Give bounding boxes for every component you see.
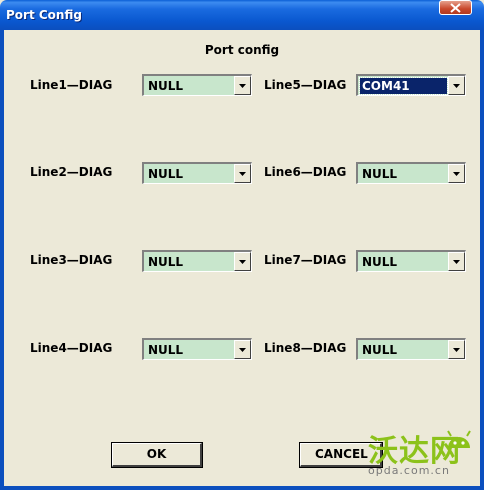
chevron-down-icon — [453, 172, 460, 176]
line4-label: Line4—DIAG — [30, 341, 113, 355]
line5-dropdown-button[interactable] — [448, 76, 465, 95]
line7-label: Line7—DIAG — [264, 253, 347, 267]
line4-dropdown-button[interactable] — [234, 340, 251, 359]
window-frame-right — [480, 30, 484, 490]
chevron-down-icon — [239, 84, 246, 88]
window-title: Port Config — [6, 8, 82, 22]
line2-dropdown-button[interactable] — [234, 164, 251, 183]
dialog-heading: Port config — [204, 43, 280, 57]
title-bar[interactable]: Port Config — [0, 0, 484, 30]
line1-label: Line1—DIAG — [30, 78, 113, 92]
line3-dropdown-button[interactable] — [234, 252, 251, 271]
line1-dropdown-button[interactable] — [234, 76, 251, 95]
line6-port-select[interactable]: NULL — [356, 162, 466, 184]
line8-port-value: NULL — [362, 343, 398, 357]
chevron-down-icon — [453, 348, 460, 352]
watermark-url: opda.com.cn — [368, 464, 450, 477]
line6-dropdown-button[interactable] — [448, 164, 465, 183]
chevron-down-icon — [239, 260, 246, 264]
android-logo-icon — [447, 430, 471, 448]
line8-dropdown-button[interactable] — [448, 340, 465, 359]
chevron-down-icon — [239, 348, 246, 352]
line6-port-value: NULL — [362, 167, 398, 181]
line6-label: Line6—DIAG — [264, 165, 347, 179]
line4-port-select[interactable]: NULL — [142, 338, 252, 360]
line2-label: Line2—DIAG — [30, 165, 113, 179]
ok-button[interactable]: OK — [111, 442, 203, 468]
line4-port-value: NULL — [148, 343, 184, 357]
line5-port-value: COM41 — [359, 77, 448, 95]
line3-port-value: NULL — [148, 255, 184, 269]
line5-port-select[interactable]: COM41 — [356, 74, 466, 96]
watermark: 沃达网 opda.com.cn — [364, 426, 480, 484]
line7-port-select[interactable]: NULL — [356, 250, 466, 272]
port-config-window: Port Config Port config Line1—DIAG NULL … — [0, 0, 484, 490]
line2-port-select[interactable]: NULL — [142, 162, 252, 184]
window-frame-bottom — [0, 486, 484, 490]
line1-port-select[interactable]: NULL — [142, 74, 252, 96]
line1-port-value: NULL — [148, 79, 184, 93]
chevron-down-icon — [239, 172, 246, 176]
line8-port-select[interactable]: NULL — [356, 338, 466, 360]
chevron-down-icon — [453, 260, 460, 264]
line7-port-value: NULL — [362, 255, 398, 269]
line3-label: Line3—DIAG — [30, 253, 113, 267]
chevron-down-icon — [453, 84, 460, 88]
line8-label: Line8—DIAG — [264, 341, 347, 355]
close-button[interactable] — [439, 0, 472, 15]
window-frame-left — [0, 30, 4, 490]
line3-port-select[interactable]: NULL — [142, 250, 252, 272]
line5-label: Line5—DIAG — [264, 78, 347, 92]
line2-port-value: NULL — [148, 167, 184, 181]
line7-dropdown-button[interactable] — [448, 252, 465, 271]
close-icon — [450, 3, 461, 13]
